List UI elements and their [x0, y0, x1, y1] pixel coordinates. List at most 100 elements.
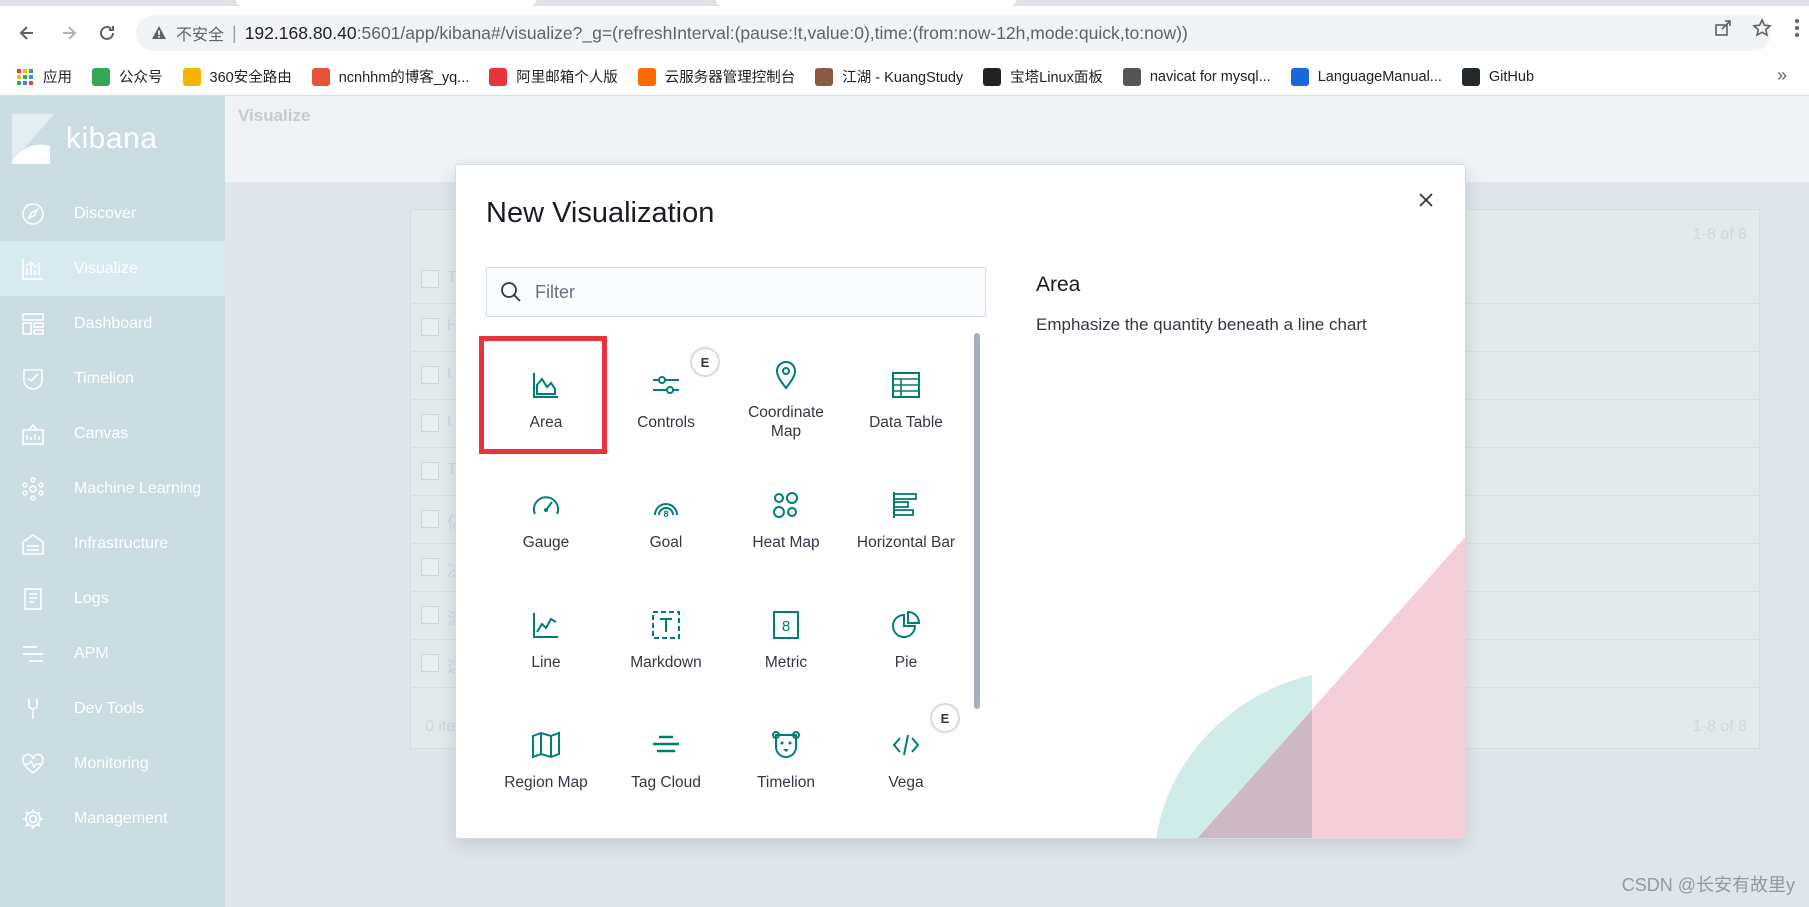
- csdn-icon: [311, 67, 330, 86]
- close-button[interactable]: [1415, 189, 1437, 211]
- ml-icon: [20, 476, 46, 502]
- sidebar-item-apm[interactable]: APM: [0, 626, 225, 681]
- bookmark-label: 360安全路由: [209, 70, 292, 86]
- kibana-logo[interactable]: kibana: [12, 114, 157, 164]
- viz-type-label: Heat Map: [752, 534, 820, 551]
- bookmarks-overflow-button[interactable]: »: [1777, 65, 1787, 86]
- row-checkbox[interactable]: [421, 606, 439, 624]
- share-button[interactable]: [1710, 15, 1736, 41]
- row-title[interactable]: t: [447, 365, 451, 383]
- row-checkbox[interactable]: [421, 270, 439, 288]
- arrow-left-icon: [19, 26, 33, 40]
- bookmark-label: LanguageManual...: [1317, 68, 1442, 85]
- bookmark-item[interactable]: 公众号: [92, 63, 163, 91]
- bookmark-item[interactable]: navicat for mysql...: [1122, 63, 1271, 91]
- viz-type-gauge[interactable]: Gauge: [486, 457, 606, 577]
- bookmark-label: 应用: [43, 70, 72, 86]
- viz-type-goal[interactable]: 8 Goal: [606, 457, 726, 577]
- forward-button[interactable]: [56, 20, 82, 46]
- selected-type-title: Area: [1036, 273, 1081, 296]
- sidebar-item-logs[interactable]: Logs: [0, 571, 225, 626]
- bookmark-item[interactable]: LanguageManual...: [1290, 63, 1442, 91]
- bookmark-star-button[interactable]: [1749, 15, 1775, 41]
- bookmark-item[interactable]: 江湖 - KuangStudy: [815, 63, 963, 91]
- viz-type-data-table[interactable]: Data Table: [846, 337, 966, 457]
- bt-icon: [983, 67, 1002, 86]
- viz-type-timelion[interactable]: Timelion: [726, 697, 846, 817]
- viz-type-metric[interactable]: 8 Metric: [726, 577, 846, 697]
- browser-toolbar: 不安全 | 192.168.80.40:5601/app/kibana#/vis…: [0, 6, 1809, 58]
- viz-type-label: Region Map: [504, 774, 588, 791]
- viz-type-heat-map[interactable]: Heat Map: [726, 457, 846, 577]
- viz-type-tag-cloud[interactable]: Tag Cloud: [606, 697, 726, 817]
- viz-type-horizontal-bar[interactable]: Horizontal Bar: [846, 457, 966, 577]
- bookmark-item[interactable]: 360安全路由: [182, 63, 292, 91]
- bookmark-item[interactable]: 阿里邮箱个人版: [489, 63, 618, 91]
- sidebar-item-discover[interactable]: Discover: [0, 186, 225, 241]
- sidebar-item-label: Timelion: [74, 369, 134, 387]
- type-grid-scrollbar[interactable]: [974, 333, 980, 709]
- sidebar-item-management[interactable]: Management: [0, 791, 225, 846]
- wechat-icon: [92, 67, 110, 86]
- viz-type-coordinate-map[interactable]: Coordinate Map: [726, 337, 846, 457]
- timelion-icon: [20, 366, 46, 392]
- 360-icon: [182, 67, 201, 86]
- row-checkbox[interactable]: [421, 366, 439, 384]
- row-checkbox[interactable]: [421, 558, 439, 576]
- row-title[interactable]: t: [447, 413, 451, 431]
- reload-button[interactable]: [94, 20, 120, 46]
- security-label[interactable]: 不安全: [176, 21, 224, 45]
- browser-menu-button[interactable]: [1784, 15, 1809, 41]
- data-table-icon: [888, 367, 924, 403]
- wrench-icon: [20, 696, 46, 722]
- bookmark-item[interactable]: ncnhhm的博客_yq...: [311, 63, 470, 91]
- viz-type-label: Controls: [637, 414, 695, 431]
- url-text[interactable]: 192.168.80.40:5601/app/kibana#/visualize…: [245, 23, 1188, 44]
- sidebar-item-visualize[interactable]: Visualize: [0, 241, 225, 296]
- map-pin-icon: [768, 357, 804, 393]
- sidebar-item-timelion[interactable]: Timelion: [0, 351, 225, 406]
- viz-type-pie[interactable]: Pie: [846, 577, 966, 697]
- bookmark-item[interactable]: GitHub: [1461, 63, 1534, 91]
- more-vertical-icon: [1795, 19, 1799, 37]
- viz-type-line[interactable]: Line: [486, 577, 606, 697]
- viz-type-markdown[interactable]: Markdown: [606, 577, 726, 697]
- bookmark-label: 江湖 - KuangStudy: [842, 70, 964, 86]
- sidebar-item-monitoring[interactable]: Monitoring: [0, 736, 225, 791]
- bookmark-item[interactable]: 应用: [16, 63, 72, 91]
- horizontal-bar-icon: [888, 487, 924, 523]
- sidebar-item-infrastructure[interactable]: Infrastructure: [0, 516, 225, 571]
- sidebar-item-dev-tools[interactable]: Dev Tools: [0, 681, 225, 736]
- filter-field[interactable]: [486, 267, 986, 317]
- row-checkbox[interactable]: [421, 510, 439, 528]
- markdown-icon: [648, 607, 684, 643]
- viz-type-vega[interactable]: Vega E: [846, 697, 966, 817]
- sidebar-item-machine-learning[interactable]: Machine Learning: [0, 461, 225, 516]
- bookmark-label: 阿里邮箱个人版: [516, 70, 618, 86]
- viz-type-label: Markdown: [630, 654, 702, 671]
- address-bar[interactable]: 不安全 | 192.168.80.40:5601/app/kibana#/vis…: [136, 15, 1771, 51]
- row-checkbox[interactable]: [421, 462, 439, 480]
- canvas-icon: [20, 421, 46, 447]
- viz-type-controls[interactable]: Controls E: [606, 337, 726, 457]
- back-button[interactable]: [14, 20, 40, 46]
- row-checkbox[interactable]: [421, 654, 439, 672]
- kibana-logo-icon: [12, 114, 54, 164]
- sidebar-item-label: Dashboard: [74, 314, 153, 332]
- bookmark-label: ncnhhm的博客_yq...: [338, 70, 470, 86]
- breadcrumb[interactable]: Visualize: [238, 106, 310, 126]
- sidebar-item-dashboard[interactable]: Dashboard: [0, 296, 225, 351]
- experimental-badge: E: [690, 347, 720, 377]
- sidebar-item-canvas[interactable]: Canvas: [0, 406, 225, 461]
- bookmark-item[interactable]: 宝塔Linux面板: [983, 63, 1103, 91]
- filter-input[interactable]: [535, 281, 975, 303]
- sidebar-item-label: Canvas: [74, 424, 129, 442]
- sidebar-item-label: Machine Learning: [74, 479, 202, 497]
- bookmark-item[interactable]: 云服务器管理控制台: [637, 63, 795, 91]
- warning-triangle-icon[interactable]: [150, 24, 168, 42]
- viz-type-region-map[interactable]: Region Map: [486, 697, 606, 817]
- viz-type-area[interactable]: Area: [479, 336, 607, 457]
- row-checkbox[interactable]: [421, 414, 439, 432]
- row-checkbox[interactable]: [421, 318, 439, 336]
- confluence-icon: [1290, 67, 1309, 86]
